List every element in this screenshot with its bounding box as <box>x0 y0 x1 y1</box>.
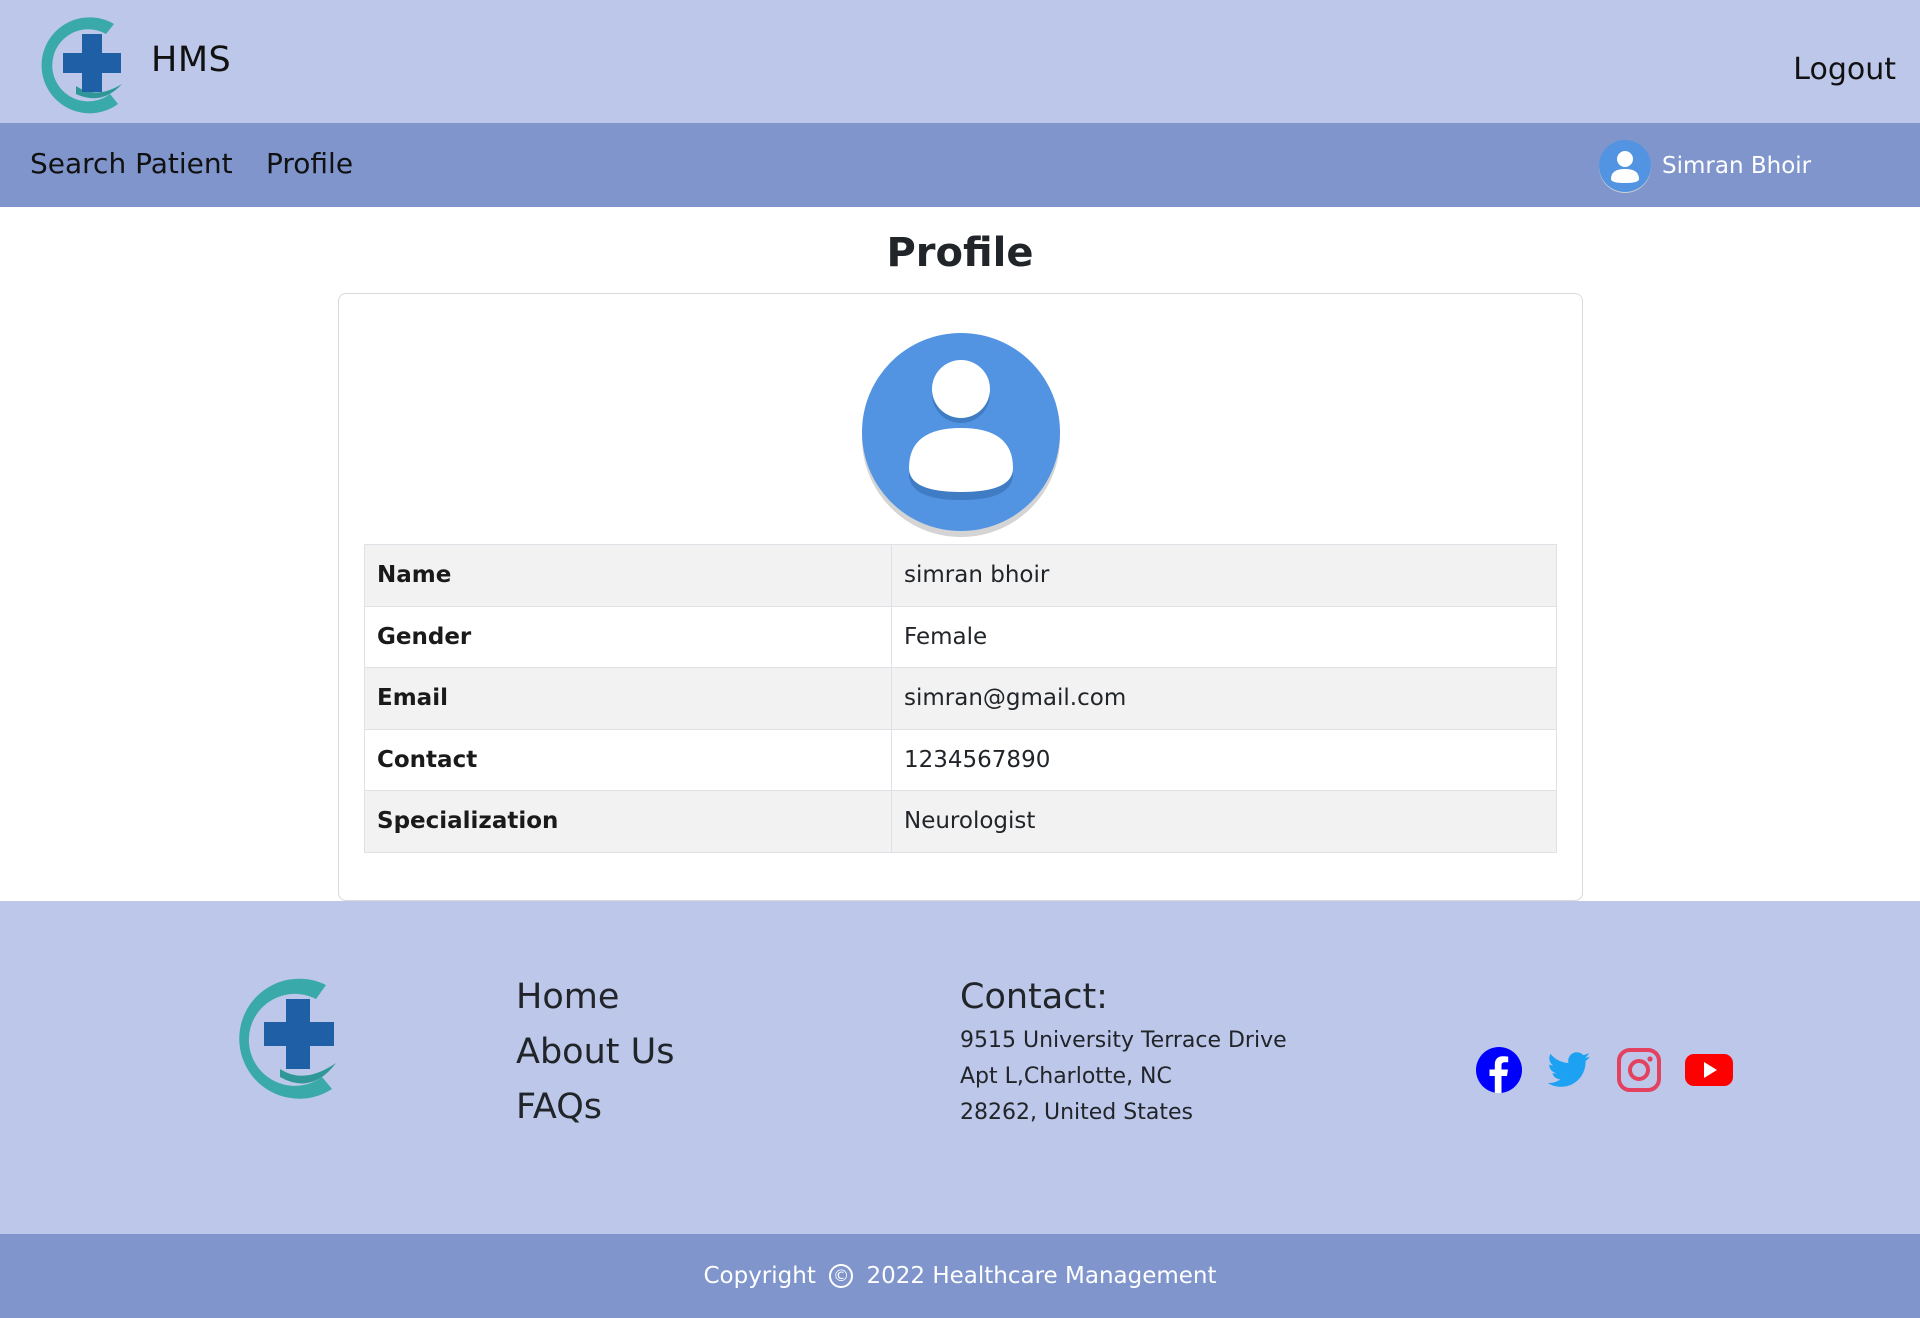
footer-link-about-us[interactable]: About Us <box>516 1028 674 1083</box>
footer-contact: Contact: 9515 University Terrace Drive A… <box>960 973 1287 1131</box>
profile-avatar-icon <box>862 333 1060 537</box>
hms-logo-icon[interactable] <box>36 14 140 116</box>
field-label-specialization: Specialization <box>364 790 892 853</box>
user-avatar-icon <box>1599 140 1651 193</box>
top-header: HMS Logout <box>0 0 1920 123</box>
copyright-text: 2022 Healthcare Management <box>866 1263 1217 1289</box>
field-value-email: simran@gmail.com <box>891 667 1557 730</box>
table-row: Contact 1234567890 <box>364 728 1557 791</box>
nav-profile[interactable]: Profile <box>266 147 353 180</box>
footer: Home About Us FAQs Contact: 9515 Univers… <box>0 901 1920 1234</box>
user-menu[interactable]: Simran Bhoir <box>1598 138 1811 194</box>
field-label-contact: Contact <box>364 728 892 791</box>
footer-link-faqs[interactable]: FAQs <box>516 1083 674 1138</box>
field-label-email: Email <box>364 667 892 730</box>
field-value-specialization: Neurologist <box>891 790 1557 853</box>
field-value-contact: 1234567890 <box>891 728 1557 791</box>
logout-button[interactable]: Logout <box>1793 52 1896 87</box>
footer-logo-icon <box>239 978 336 1099</box>
instagram-icon[interactable] <box>1614 1045 1664 1095</box>
copyright-bar: Copyright © 2022 Healthcare Management <box>0 1234 1920 1318</box>
facebook-icon[interactable] <box>1474 1045 1524 1095</box>
table-row: Email simran@gmail.com <box>364 667 1557 730</box>
field-value-name: simran bhoir <box>891 544 1557 607</box>
page-title: Profile <box>886 230 1034 276</box>
footer-link-home[interactable]: Home <box>516 973 674 1028</box>
table-row: Specialization Neurologist <box>364 790 1557 853</box>
youtube-icon[interactable] <box>1684 1045 1734 1095</box>
brand-name: HMS <box>151 40 232 80</box>
field-value-gender: Female <box>891 605 1557 668</box>
contact-title: Contact: <box>960 977 1108 1017</box>
twitter-icon[interactable] <box>1544 1045 1594 1095</box>
profile-card: Name simran bhoir Gender Female Email si… <box>338 293 1583 901</box>
address-line-1: 9515 University Terrace Drive <box>960 1028 1287 1053</box>
profile-details-table: Name simran bhoir Gender Female Email si… <box>364 544 1557 853</box>
field-label-name: Name <box>364 544 892 607</box>
address-line-3: 28262, United States <box>960 1100 1193 1125</box>
navigation-bar: Search Patient Profile Simran Bhoir <box>0 123 1920 207</box>
address-line-2: Apt L,Charlotte, NC <box>960 1064 1172 1089</box>
table-row: Name simran bhoir <box>364 544 1557 607</box>
user-name: Simran Bhoir <box>1662 153 1812 179</box>
footer-links: Home About Us FAQs <box>516 973 674 1138</box>
table-row: Gender Female <box>364 605 1557 668</box>
social-links <box>1474 1045 1754 1095</box>
field-label-gender: Gender <box>364 605 892 668</box>
copyright-symbol: © <box>829 1264 854 1288</box>
nav-search-patient[interactable]: Search Patient <box>30 147 233 180</box>
copyright-prefix: Copyright <box>703 1263 816 1289</box>
